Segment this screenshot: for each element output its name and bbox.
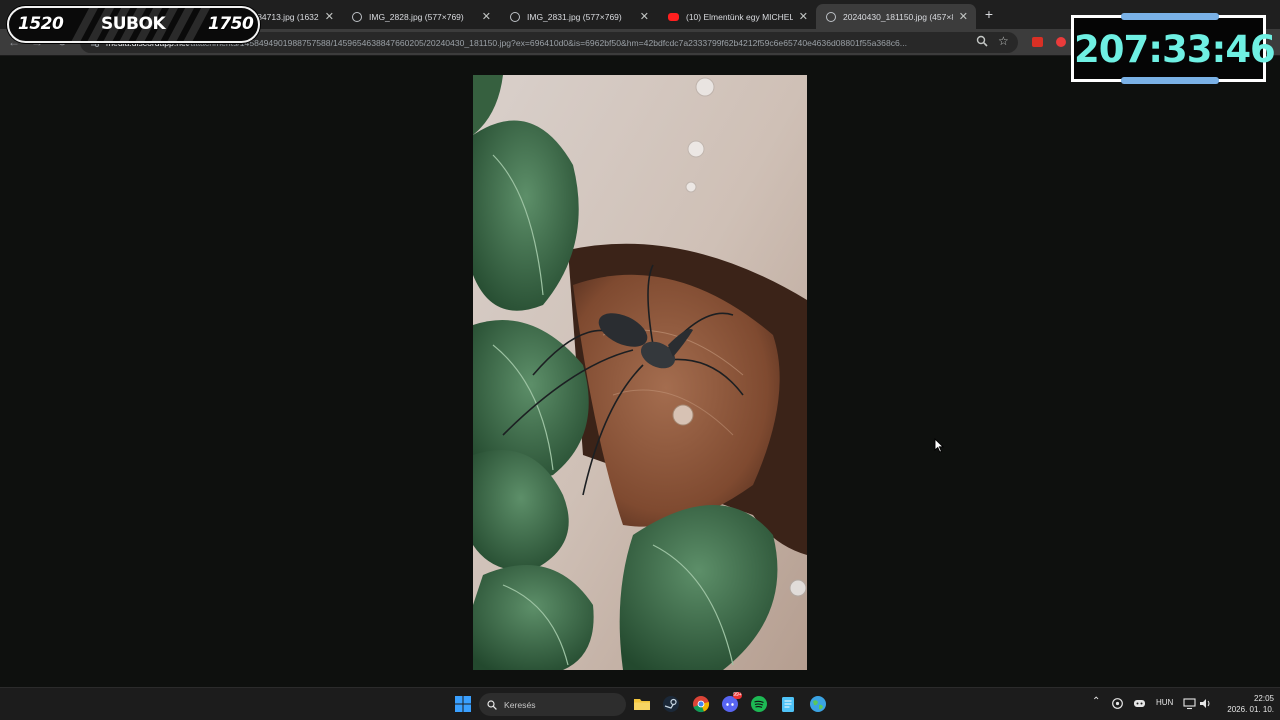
tab-title: (10) Elmentünk egy MICHELIN (686, 11, 793, 22)
close-icon[interactable]: ✕ (482, 10, 491, 23)
timer-accent-bar (1121, 13, 1219, 20)
sync-icon[interactable] (1111, 697, 1124, 710)
close-icon[interactable]: ✕ (640, 10, 649, 23)
extension-icon[interactable] (1032, 37, 1043, 47)
clock-date: 2026. 01. 10. (1227, 705, 1274, 714)
timer-accent-bar (1121, 77, 1219, 84)
tab-title: IMG_2831.jpg (577×769) (527, 11, 622, 22)
spotify-icon[interactable] (750, 695, 768, 713)
tab-title: 20240430_181150.jpg (457×81 (843, 11, 953, 22)
search-placeholder: Keresés (504, 699, 536, 710)
volume-icon[interactable] (1199, 697, 1212, 710)
windows-taskbar: Keresés 99+ ⌃ HUN 22:05 2026. 01. 10. (0, 687, 1280, 720)
bookmark-star-icon[interactable]: ☆ (998, 34, 1009, 48)
discord-notification-badge: 99+ (733, 692, 742, 699)
steam-icon[interactable] (662, 695, 680, 713)
system-clock[interactable]: 22:05 2026. 01. 10. (1216, 693, 1274, 715)
mouse-cursor-icon (934, 438, 944, 453)
search-icon (487, 699, 497, 710)
displayed-photo[interactable] (473, 75, 807, 670)
tray-overflow-chevron-icon[interactable]: ⌃ (1092, 696, 1100, 707)
sub-goal-current: 1520 (18, 14, 64, 34)
close-icon[interactable]: ✕ (959, 10, 968, 23)
windows-start-icon[interactable] (454, 695, 472, 713)
taskbar-search-input[interactable]: Keresés (479, 693, 626, 716)
youtube-icon (668, 12, 679, 21)
photo-image (473, 75, 807, 670)
zoom-icon[interactable] (976, 35, 988, 47)
chrome-icon[interactable] (692, 695, 710, 713)
sub-goal-bar: 1520 SUBOK 1750 (7, 6, 260, 43)
clock-time: 22:05 (1253, 694, 1274, 703)
tab-2[interactable]: IMG_2828.jpg (577×769) ✕ (342, 4, 499, 29)
globe-icon (510, 11, 520, 22)
timer-digits: 207:33:46 (1074, 28, 1276, 71)
file-explorer-icon[interactable] (633, 695, 651, 713)
new-tab-button[interactable]: + (981, 5, 997, 23)
close-icon[interactable]: ✕ (799, 10, 808, 23)
sub-goal-target: 1750 (208, 14, 254, 34)
discord-tray-icon[interactable] (1133, 697, 1146, 710)
tab-5-active[interactable]: 20240430_181150.jpg (457×81 ✕ (816, 4, 976, 29)
tab-title: IMG_2828.jpg (577×769) (369, 11, 464, 22)
close-icon[interactable]: ✕ (325, 10, 334, 23)
url-path: /attachments/1458494901988757588/1459654… (188, 37, 907, 48)
image-viewer (0, 57, 1280, 687)
extension-icon[interactable] (1056, 37, 1066, 47)
sub-goal-label: SUBOK (101, 14, 166, 34)
globe-icon (352, 11, 362, 22)
globe-app-icon[interactable] (809, 695, 827, 713)
notepad-icon[interactable] (779, 695, 797, 713)
network-icon[interactable] (1183, 697, 1196, 710)
globe-icon (826, 11, 836, 22)
tab-3[interactable]: IMG_2831.jpg (577×769) ✕ (500, 4, 657, 29)
tab-4[interactable]: (10) Elmentünk egy MICHELIN ✕ (658, 4, 816, 29)
subathon-timer: 207:33:46 (1071, 13, 1276, 84)
input-language[interactable]: HUN (1156, 698, 1173, 707)
